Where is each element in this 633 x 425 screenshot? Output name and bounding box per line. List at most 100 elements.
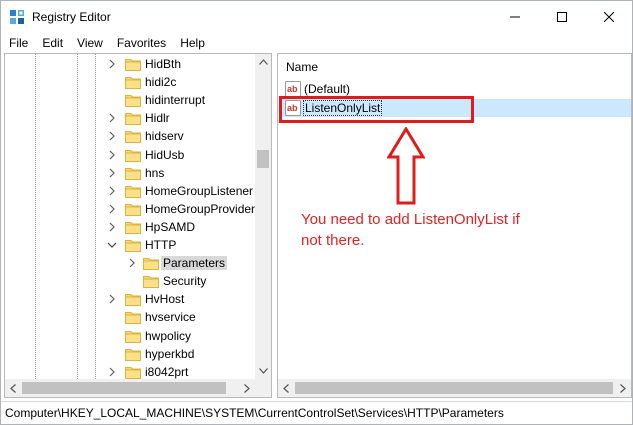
tree-item[interactable]: Hidlr xyxy=(5,109,255,127)
tree-item-label: HidBth xyxy=(145,57,182,71)
tree-horizontal-scrollbar[interactable] xyxy=(5,379,255,397)
tree-item-label: i8042prt xyxy=(145,364,189,379)
maximize-button[interactable] xyxy=(539,1,585,33)
tree-item[interactable]: hns xyxy=(5,164,255,182)
chevron-right-icon[interactable] xyxy=(107,366,117,378)
folder-icon xyxy=(125,57,141,71)
folder-icon xyxy=(125,93,141,108)
tree-item-label: Hidlr xyxy=(145,111,170,126)
chevron-right-icon[interactable] xyxy=(107,130,117,142)
folder-icon xyxy=(125,202,141,216)
tree-item[interactable]: hwpolicy xyxy=(5,327,255,345)
tree-item[interactable]: HidBth xyxy=(5,55,255,73)
chevron-down-icon[interactable] xyxy=(107,239,117,251)
tree-vertical-scroll-thumb[interactable] xyxy=(257,150,269,168)
string-value-icon: ab xyxy=(285,81,301,97)
chevron-right-icon[interactable] xyxy=(107,149,117,161)
tree-item[interactable]: Security xyxy=(5,272,255,290)
svg-text:ab: ab xyxy=(287,84,298,94)
menu-edit[interactable]: Edit xyxy=(34,33,69,53)
tree-item[interactable]: hvservice xyxy=(5,308,255,326)
chevron-right-icon[interactable] xyxy=(127,257,137,269)
chevron-right-icon[interactable] xyxy=(107,293,117,305)
folder-icon xyxy=(143,256,159,271)
tree-item[interactable]: hyperkbd xyxy=(5,345,255,363)
tree-rows: HidBth hidi2c hidinterrupt Hidlr hidserv HidU… xyxy=(5,54,255,379)
tree-item[interactable]: HomeGroupListener xyxy=(5,182,255,200)
registry-editor-app-icon xyxy=(9,9,25,25)
tree-item[interactable]: hidserv xyxy=(5,127,255,145)
tree-item-label: HpSAMD xyxy=(145,219,196,234)
scroll-left-arrow-icon[interactable] xyxy=(5,379,21,397)
folder-icon xyxy=(125,310,141,325)
folder-icon xyxy=(125,111,141,126)
tree-item-label: Security xyxy=(163,274,207,289)
folder-icon xyxy=(125,184,141,198)
title-bar: Registry Editor xyxy=(1,1,632,33)
minimize-button[interactable] xyxy=(492,1,538,33)
tree-item-label: hidi2c xyxy=(145,75,177,90)
tree-item-label: hwpolicy xyxy=(145,328,192,343)
scroll-right-arrow-icon[interactable] xyxy=(239,379,255,397)
registry-editor-window: Registry Editor File Edit View Favorites… xyxy=(0,0,633,425)
tree-item-label: hyperkbd xyxy=(145,346,195,361)
folder-icon xyxy=(125,329,141,343)
chevron-right-icon[interactable] xyxy=(107,203,117,215)
tree-item-label: HvHost xyxy=(145,292,185,307)
minimize-icon xyxy=(510,16,520,18)
status-bar-path: Computer\HKEY_LOCAL_MACHINE\SYSTEM\Curre… xyxy=(5,406,504,420)
chevron-right-icon[interactable] xyxy=(107,112,117,124)
status-bar: Computer\HKEY_LOCAL_MACHINE\SYSTEM\Curre… xyxy=(1,401,632,424)
highlight-rectangle xyxy=(279,96,474,123)
tree-item[interactable]: HvHost xyxy=(5,290,255,308)
tree-item-label: hvservice xyxy=(145,310,196,325)
tree-item-label: hns xyxy=(145,165,165,180)
scroll-up-arrow-icon[interactable] xyxy=(255,54,271,70)
tree-item[interactable]: HidUsb xyxy=(5,146,255,164)
menu-file[interactable]: File xyxy=(1,33,34,53)
tree-item-label: hidinterrupt xyxy=(145,93,206,108)
maximize-icon xyxy=(557,12,567,22)
list-horizontal-scroll-thumb[interactable] xyxy=(295,382,613,394)
folder-icon xyxy=(125,365,141,379)
tree-item-label: HidUsb xyxy=(145,147,185,162)
chevron-right-icon[interactable] xyxy=(107,58,117,70)
list-horizontal-scrollbar[interactable] xyxy=(278,379,631,397)
tree-item[interactable]: hidi2c xyxy=(5,73,255,91)
close-button[interactable] xyxy=(586,1,632,33)
tree-item-label: HomeGroupProvider xyxy=(145,201,256,216)
scroll-left-arrow-icon[interactable] xyxy=(278,379,294,397)
registry-key-tree[interactable]: HidBth hidi2c hidinterrupt Hidlr hidserv HidU… xyxy=(4,53,272,398)
folder-icon xyxy=(125,347,141,361)
folder-icon xyxy=(125,166,141,180)
tree-item-label: hidserv xyxy=(145,129,184,144)
tree-item[interactable]: HTTP xyxy=(5,236,255,254)
chevron-right-icon[interactable] xyxy=(107,167,117,179)
window-title: Registry Editor xyxy=(32,10,111,24)
column-header-name[interactable]: Name xyxy=(286,60,318,74)
tree-item[interactable]: Parameters xyxy=(5,254,255,272)
tree-vertical-scrollbar[interactable] xyxy=(255,54,271,379)
scrollbar-corner xyxy=(255,379,271,397)
folder-icon xyxy=(125,75,141,90)
chevron-right-icon[interactable] xyxy=(107,221,117,233)
up-arrow-icon xyxy=(387,127,425,205)
annotation-note-line-1: You need to add ListenOnlyList if xyxy=(301,211,520,228)
annotation-note-line-2: not there. xyxy=(301,232,365,249)
scroll-right-arrow-icon[interactable] xyxy=(615,379,631,397)
menu-view[interactable]: View xyxy=(69,33,109,53)
tree-item[interactable]: HpSAMD xyxy=(5,218,255,236)
scroll-down-arrow-icon[interactable] xyxy=(255,363,271,379)
tree-horizontal-scroll-thumb[interactable] xyxy=(22,382,226,394)
folder-icon xyxy=(125,220,141,234)
menu-favorites[interactable]: Favorites xyxy=(109,33,172,53)
tree-item[interactable]: i8042prt xyxy=(5,363,255,381)
tree-item-label: HomeGroupListener xyxy=(145,183,254,198)
folder-icon xyxy=(125,292,141,307)
folder-icon xyxy=(125,129,141,144)
folder-icon xyxy=(125,238,141,252)
menu-help[interactable]: Help xyxy=(172,33,211,53)
tree-item[interactable]: HomeGroupProvider xyxy=(5,200,255,218)
chevron-right-icon[interactable] xyxy=(107,185,117,197)
tree-item[interactable]: hidinterrupt xyxy=(5,91,255,109)
